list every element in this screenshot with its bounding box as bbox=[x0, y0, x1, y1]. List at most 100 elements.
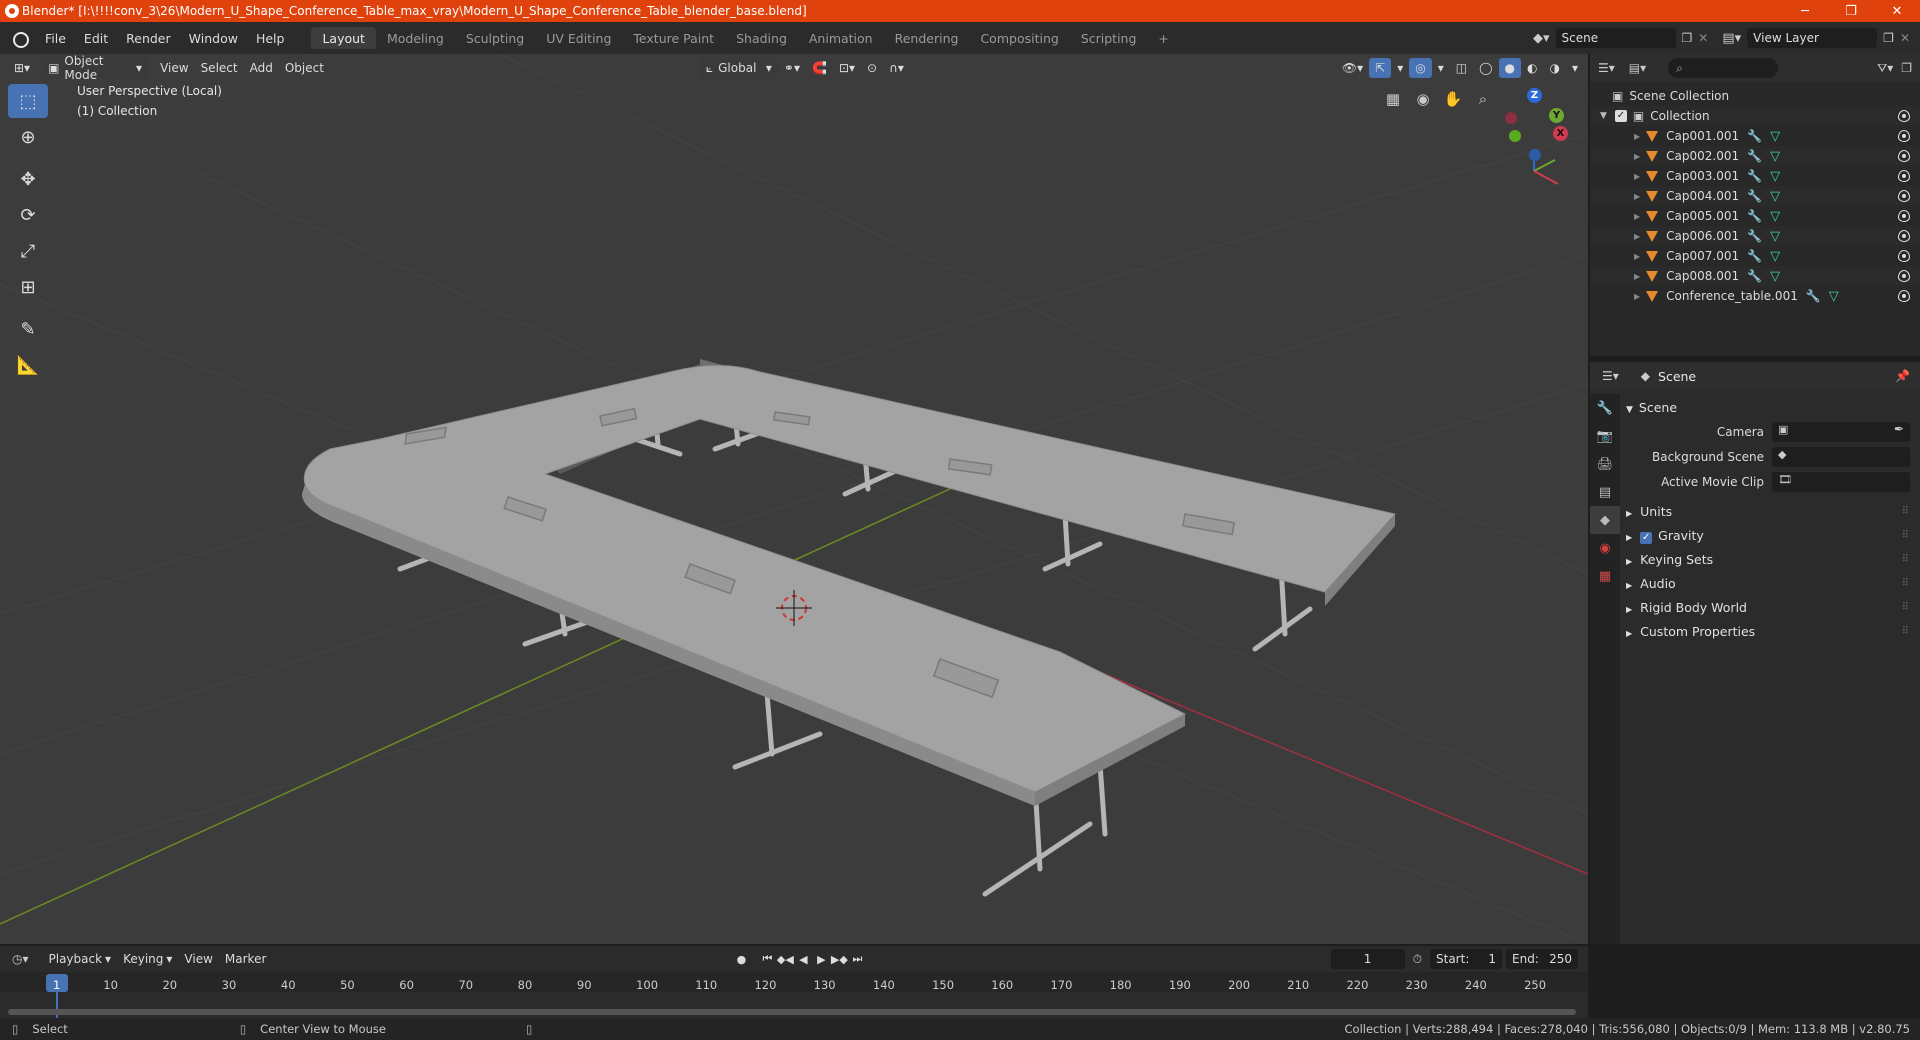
new-view-layer-icon[interactable]: ❐ bbox=[1883, 31, 1894, 45]
outliner-item[interactable]: ▶ Conference_table.001 🔧 ▽ bbox=[1590, 286, 1920, 306]
menu-keying[interactable]: Keying ▾ bbox=[117, 949, 178, 969]
measure-tool-icon[interactable]: 📐 bbox=[8, 348, 48, 382]
mesh-data-icon[interactable]: ▽ bbox=[1770, 169, 1780, 184]
scene-field[interactable]: Scene bbox=[1555, 28, 1676, 48]
menu-file[interactable]: File bbox=[36, 22, 75, 54]
outliner-item[interactable]: ▶ Cap007.001 🔧 ▽ bbox=[1590, 246, 1920, 266]
tab-texture-paint[interactable]: Texture Paint bbox=[622, 27, 725, 49]
mesh-data-icon[interactable]: ▽ bbox=[1770, 209, 1780, 224]
outliner-item[interactable]: ▶ Cap002.001 🔧 ▽ bbox=[1590, 146, 1920, 166]
xray-icon[interactable]: ◫ bbox=[1450, 58, 1473, 78]
delete-view-layer-icon[interactable]: ✕ bbox=[1900, 31, 1910, 45]
eye-icon[interactable] bbox=[1898, 170, 1910, 182]
expand-icon[interactable]: ▶ bbox=[1634, 172, 1640, 181]
next-keyframe-icon[interactable]: ▶◆ bbox=[830, 950, 848, 968]
jump-start-icon[interactable]: ⏮ bbox=[758, 950, 776, 968]
mode-selector[interactable]: ▣ Object Mode ▾ bbox=[42, 54, 149, 82]
modifier-wrench-icon[interactable]: 🔧 bbox=[1747, 249, 1762, 263]
gravity-panel[interactable]: ▶ ✓ Gravity bbox=[1626, 528, 1704, 544]
expand-icon[interactable]: ▶ bbox=[1634, 132, 1640, 141]
maximize-button[interactable]: ❐ bbox=[1828, 0, 1874, 22]
tab-uv-editing[interactable]: UV Editing bbox=[535, 27, 622, 49]
background-scene-field[interactable]: ◆ bbox=[1772, 447, 1910, 467]
new-scene-icon[interactable]: ❐ bbox=[1682, 31, 1693, 45]
drag-handle-icon[interactable]: ⠿ bbox=[1902, 530, 1910, 541]
gravity-checkbox[interactable]: ✓ bbox=[1640, 532, 1653, 544]
close-button[interactable]: ✕ bbox=[1874, 0, 1920, 22]
pin-icon[interactable]: 📌 bbox=[1895, 369, 1910, 383]
snap-target-icon[interactable]: ⊡▾ bbox=[833, 58, 861, 78]
menu-playback[interactable]: Playback ▾ bbox=[43, 949, 118, 969]
outliner-item[interactable]: ▶ Cap005.001 🔧 ▽ bbox=[1590, 206, 1920, 226]
add-workspace-button[interactable]: + bbox=[1147, 27, 1179, 49]
outliner-item[interactable]: ▶ Cap008.001 🔧 ▽ bbox=[1590, 266, 1920, 286]
scene-icon[interactable]: ◆▾ bbox=[1533, 31, 1550, 46]
camera-view-icon[interactable]: ◉ bbox=[1410, 86, 1436, 112]
menu-edit[interactable]: Edit bbox=[75, 22, 117, 54]
eyedropper-icon[interactable]: ✒ bbox=[1894, 422, 1904, 436]
gizmo-neg-x[interactable] bbox=[1505, 112, 1517, 124]
timeline-scrollbar[interactable] bbox=[8, 1009, 1576, 1015]
properties-editor-type-icon[interactable]: ☰▾ bbox=[1602, 369, 1619, 383]
scene-tab-icon[interactable]: ◆ bbox=[1590, 506, 1620, 534]
menu-help[interactable]: Help bbox=[247, 22, 294, 54]
gizmo-neg-y[interactable] bbox=[1509, 130, 1521, 142]
keying-sets-panel[interactable]: ▶ Keying Sets bbox=[1626, 552, 1713, 567]
new-collection-icon[interactable]: ❐ bbox=[1901, 61, 1912, 75]
scene-panel-header[interactable]: ▼ Scene bbox=[1626, 400, 1677, 415]
menu-view[interactable]: View bbox=[154, 58, 194, 78]
expand-icon[interactable]: ▶ bbox=[1634, 212, 1640, 221]
active-movie-clip-field[interactable]: 🎞 bbox=[1772, 472, 1910, 492]
timeline-editor-type-icon[interactable]: ◷▾ bbox=[12, 952, 29, 966]
menu-timeline-view[interactable]: View bbox=[178, 949, 218, 969]
rigid-body-world-panel[interactable]: ▶ Rigid Body World bbox=[1626, 600, 1747, 615]
mesh-data-icon[interactable]: ▽ bbox=[1770, 269, 1780, 284]
outliner-item[interactable]: ▶ Cap006.001 🔧 ▽ bbox=[1590, 226, 1920, 246]
eye-icon[interactable] bbox=[1898, 190, 1910, 202]
wireframe-shading-icon[interactable]: ◯ bbox=[1473, 58, 1498, 78]
mesh-data-icon[interactable]: ▽ bbox=[1829, 289, 1839, 304]
drag-handle-icon[interactable]: ⠿ bbox=[1902, 578, 1910, 589]
view-layer-icon[interactable]: ▤▾ bbox=[1722, 31, 1741, 46]
grid-view-icon[interactable]: ▦ bbox=[1380, 86, 1406, 112]
blender-logo-icon[interactable] bbox=[10, 29, 29, 48]
eye-icon[interactable] bbox=[1898, 270, 1910, 282]
outliner-item[interactable]: ▶ Cap001.001 🔧 ▽ bbox=[1590, 126, 1920, 146]
tab-compositing[interactable]: Compositing bbox=[969, 27, 1069, 49]
expand-icon[interactable]: ▶ bbox=[1634, 292, 1640, 301]
falloff-icon[interactable]: ∩▾ bbox=[883, 58, 910, 78]
tab-animation[interactable]: Animation bbox=[798, 27, 884, 49]
eye-icon[interactable] bbox=[1898, 110, 1910, 122]
outliner-item[interactable]: ▶ Cap004.001 🔧 ▽ bbox=[1590, 186, 1920, 206]
filter-icon[interactable]: ⛛▾ bbox=[1877, 61, 1893, 76]
delete-scene-icon[interactable]: ✕ bbox=[1698, 31, 1708, 45]
outliner-search-input[interactable]: ⌕ bbox=[1668, 58, 1779, 78]
menu-render[interactable]: Render bbox=[117, 22, 180, 54]
tab-rendering[interactable]: Rendering bbox=[884, 27, 970, 49]
expand-icon[interactable]: ▶ bbox=[1634, 232, 1640, 241]
menu-add[interactable]: Add bbox=[244, 58, 279, 78]
drag-handle-icon[interactable]: ⠿ bbox=[1902, 626, 1910, 637]
expand-icon[interactable]: ▶ bbox=[1634, 152, 1640, 161]
view-layer-field[interactable]: View Layer bbox=[1747, 28, 1878, 48]
gizmo-chevron-icon[interactable]: ▾ bbox=[1391, 58, 1409, 78]
custom-properties-panel[interactable]: ▶ Custom Properties bbox=[1626, 624, 1755, 639]
expand-icon[interactable]: ▶ bbox=[1634, 272, 1640, 281]
solid-shading-icon[interactable]: ● bbox=[1498, 58, 1521, 78]
camera-field[interactable]: ▣ ✒ bbox=[1772, 422, 1910, 442]
eye-icon[interactable] bbox=[1898, 150, 1910, 162]
tab-modeling[interactable]: Modeling bbox=[376, 27, 455, 49]
editor-type-icon[interactable]: ⊞▾ bbox=[8, 58, 36, 78]
transform-orientation-selector[interactable]: ⟀ Global ▾ bbox=[699, 58, 778, 78]
prev-keyframe-icon[interactable]: ◆◀ bbox=[776, 950, 794, 968]
material-shading-icon[interactable]: ◐ bbox=[1521, 58, 1543, 78]
current-frame-field[interactable]: 1 bbox=[1330, 949, 1405, 969]
expand-icon[interactable]: ▼ bbox=[1600, 111, 1607, 121]
gizmo-x-axis[interactable]: X bbox=[1553, 126, 1568, 141]
zoom-icon[interactable]: ⌕ bbox=[1470, 86, 1496, 112]
visibility-icon[interactable]: 👁▾ bbox=[1336, 58, 1369, 78]
jump-end-icon[interactable]: ⏭ bbox=[848, 950, 866, 968]
tab-shading[interactable]: Shading bbox=[725, 27, 798, 49]
menu-window[interactable]: Window bbox=[180, 22, 247, 54]
overlay-toggle-icon[interactable]: ◎ bbox=[1409, 58, 1432, 78]
